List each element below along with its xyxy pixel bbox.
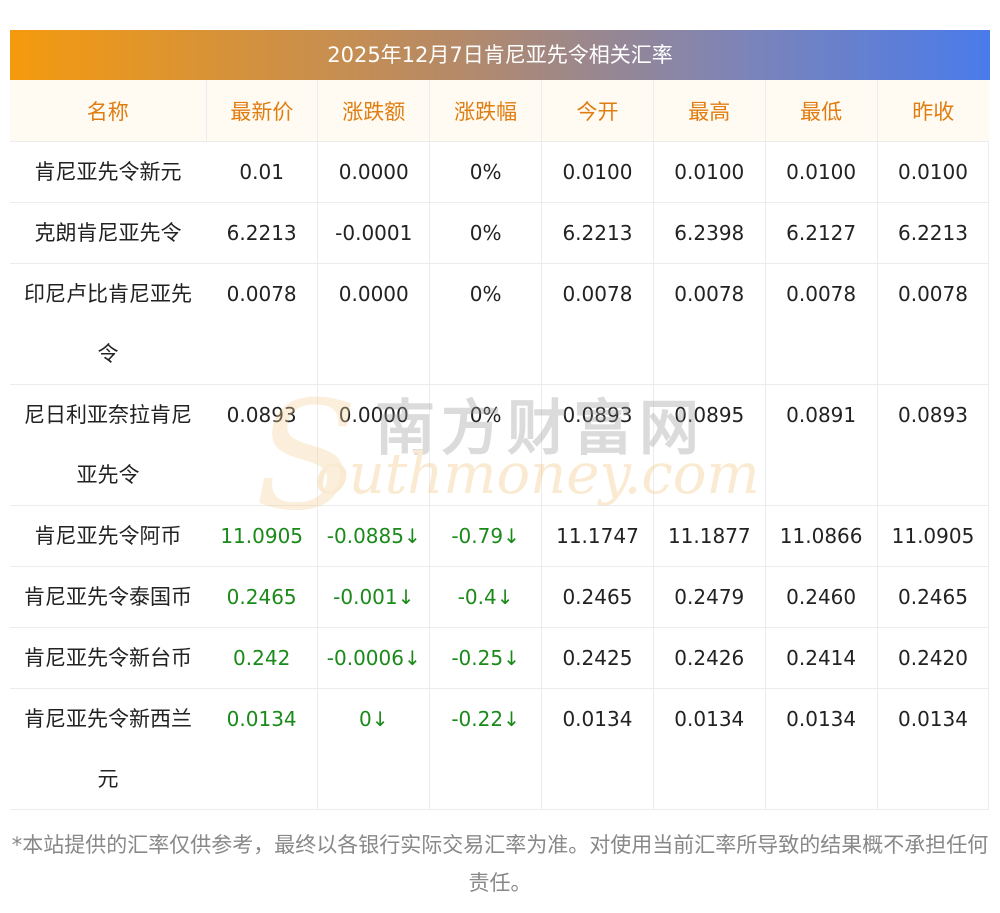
table-row: 印尼卢比肯尼亚先令 0.0078 0.0000 0% 0.0078 0.0078…	[10, 263, 990, 385]
high-price: 0.2426	[653, 627, 766, 689]
high-price: 0.0100	[653, 141, 766, 203]
table-row: 克朗肯尼亚先令 6.2213 -0.0001 0% 6.2213 6.2398 …	[10, 202, 990, 264]
low-price: 11.0866	[765, 505, 878, 567]
header-low: 最低	[765, 80, 878, 142]
latest-price: 6.2213	[206, 202, 319, 264]
open-price: 6.2213	[541, 202, 654, 264]
latest-price: 0.0078	[206, 263, 319, 385]
open-price: 0.0078	[541, 263, 654, 385]
high-price: 6.2398	[653, 202, 766, 264]
change-amount: -0.0885↓	[317, 505, 431, 567]
table-row: 肯尼亚先令新元 0.01 0.0000 0% 0.0100 0.0100 0.0…	[10, 141, 990, 203]
currency-pair-name: 肯尼亚先令新元	[10, 141, 206, 203]
currency-pair-name: 肯尼亚先令新台币	[10, 627, 206, 689]
table-header-row: 名称 最新价 涨跌额 涨跌幅 今开 最高 最低 昨收	[10, 80, 989, 142]
prev-close: 0.2420	[877, 627, 990, 689]
open-price: 0.0100	[541, 141, 654, 203]
prev-close: 6.2213	[877, 202, 990, 264]
prev-close: 0.0078	[877, 263, 990, 385]
latest-price: 0.2465	[206, 566, 319, 628]
open-price: 0.0134	[541, 688, 654, 810]
table-row: 肯尼亚先令阿币 11.0905 -0.0885↓ -0.79↓ 11.1747 …	[10, 505, 990, 567]
table-row: 肯尼亚先令新台币 0.242 -0.0006↓ -0.25↓ 0.2425 0.…	[10, 627, 990, 689]
change-percent: 0%	[429, 263, 543, 385]
table-row: 肯尼亚先令泰国币 0.2465 -0.001↓ -0.4↓ 0.2465 0.2…	[10, 566, 990, 628]
change-percent: 0%	[429, 384, 543, 506]
change-percent: -0.25↓	[429, 627, 543, 689]
high-price: 0.0078	[653, 263, 766, 385]
change-amount: 0.0000	[317, 141, 431, 203]
currency-pair-name: 肯尼亚先令泰国币	[10, 566, 206, 628]
high-price: 11.1877	[653, 505, 766, 567]
change-amount: -0.0001	[317, 202, 431, 264]
latest-price: 0.0893	[206, 384, 319, 506]
high-price: 0.0895	[653, 384, 766, 506]
table-row: 尼日利亚奈拉肯尼亚先令 0.0893 0.0000 0% 0.0893 0.08…	[10, 384, 990, 506]
change-percent: 0%	[429, 202, 543, 264]
change-percent: -0.79↓	[429, 505, 543, 567]
prev-close: 0.0134	[877, 688, 990, 810]
currency-pair-name: 肯尼亚先令新西兰元	[10, 688, 206, 810]
header-change: 涨跌额	[317, 80, 431, 142]
change-amount: 0.0000	[317, 263, 431, 385]
prev-close: 11.0905	[877, 505, 990, 567]
open-price: 0.0893	[541, 384, 654, 506]
change-amount: -0.001↓	[317, 566, 431, 628]
change-percent: -0.4↓	[429, 566, 543, 628]
latest-price: 0.01	[206, 141, 319, 203]
low-price: 0.0100	[765, 141, 878, 203]
high-price: 0.0134	[653, 688, 766, 810]
currency-pair-name: 克朗肯尼亚先令	[10, 202, 206, 264]
table-row: 肯尼亚先令新西兰元 0.0134 0↓ -0.22↓ 0.0134 0.0134…	[10, 688, 990, 810]
low-price: 0.0891	[765, 384, 878, 506]
header-name: 名称	[10, 80, 207, 142]
prev-close: 0.0893	[877, 384, 990, 506]
low-price: 0.0078	[765, 263, 878, 385]
disclaimer-footnote: *本站提供的汇率仅供参考，最终以各银行实际交易汇率为准。对使用当前汇率所导致的结…	[11, 833, 989, 895]
latest-price: 0.0134	[206, 688, 319, 810]
change-amount: 0.0000	[317, 384, 431, 506]
exchange-rate-table: 名称 最新价 涨跌额 涨跌幅 今开 最高 最低 昨收 肯尼亚先令新元 0.01 …	[10, 80, 990, 810]
prev-close: 0.0100	[877, 141, 990, 203]
low-price: 0.0134	[765, 688, 878, 810]
header-open: 今开	[541, 80, 654, 142]
open-price: 0.2465	[541, 566, 654, 628]
low-price: 0.2460	[765, 566, 878, 628]
low-price: 0.2414	[765, 627, 878, 689]
header-prev-close: 昨收	[877, 80, 989, 142]
change-percent: 0%	[429, 141, 543, 203]
header-change-pct: 涨跌幅	[429, 80, 543, 142]
header-high: 最高	[653, 80, 766, 142]
open-price: 0.2425	[541, 627, 654, 689]
currency-pair-name: 印尼卢比肯尼亚先令	[10, 263, 206, 385]
currency-pair-name: 尼日利亚奈拉肯尼亚先令	[10, 384, 206, 506]
high-price: 0.2479	[653, 566, 766, 628]
change-amount: 0↓	[317, 688, 431, 810]
currency-pair-name: 肯尼亚先令阿币	[10, 505, 206, 567]
header-latest: 最新价	[206, 80, 319, 142]
low-price: 6.2127	[765, 202, 878, 264]
change-percent: -0.22↓	[429, 688, 543, 810]
prev-close: 0.2465	[877, 566, 990, 628]
change-amount: -0.0006↓	[317, 627, 431, 689]
open-price: 11.1747	[541, 505, 654, 567]
latest-price: 11.0905	[206, 505, 319, 567]
table-title: 2025年12月7日肯尼亚先令相关汇率	[10, 30, 990, 80]
latest-price: 0.242	[206, 627, 319, 689]
